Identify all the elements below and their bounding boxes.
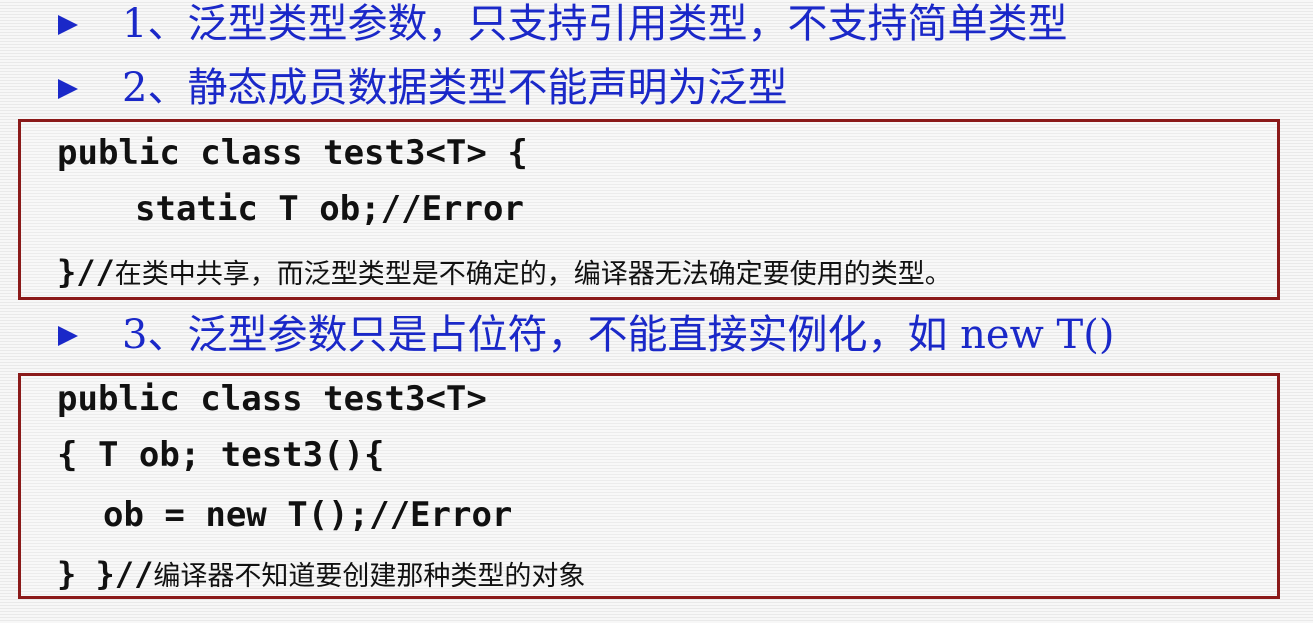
bullet-text-2: 2、静态成员数据类型不能声明为泛型: [122, 65, 788, 111]
bullet-item-1: 1、泛型类型参数，只支持引用类型，不支持简单类型: [58, 4, 1067, 44]
code-comment: 编译器不知道要创建那种类型的对象: [153, 561, 586, 592]
code-brace: }: [57, 253, 77, 291]
arrow-icon: [58, 79, 78, 99]
code-line: ob = new T();//Error: [103, 495, 513, 535]
bullet-text-1: 1、泛型类型参数，只支持引用类型，不支持简单类型: [122, 1, 1068, 47]
code-block-static-member: public class test3<T> { static T ob;//Er…: [18, 119, 1280, 300]
code-comment: 在类中共享，而泛型类型是不确定的，编译器无法确定要使用的类型。: [114, 259, 952, 290]
code-line-with-comment: }//在类中共享，而泛型类型是不确定的，编译器无法确定要使用的类型。: [57, 256, 952, 288]
comment-slashes: //: [114, 555, 154, 593]
bullet-text-3: 3、泛型参数只是占位符，不能直接实例化，如 new T(): [122, 312, 1115, 358]
code-line: { T ob; test3(){: [57, 435, 385, 475]
arrow-icon: [58, 15, 78, 35]
bullet-item-2: 2、静态成员数据类型不能声明为泛型: [58, 68, 787, 108]
code-block-instantiation: public class test3<T> { T ob; test3(){ o…: [18, 373, 1280, 599]
comment-slashes: //: [76, 253, 115, 291]
code-line: public class test3<T>: [57, 379, 487, 419]
bullet-item-3: 3、泛型参数只是占位符，不能直接实例化，如 new T(): [58, 315, 1114, 355]
code-line: public class test3<T> {: [57, 133, 528, 173]
code-line: static T ob;//Error: [135, 189, 524, 229]
code-line-with-comment: } }//编译器不知道要创建那种类型的对象: [57, 558, 585, 590]
code-brace: } }: [57, 555, 115, 593]
arrow-icon: [58, 326, 78, 346]
